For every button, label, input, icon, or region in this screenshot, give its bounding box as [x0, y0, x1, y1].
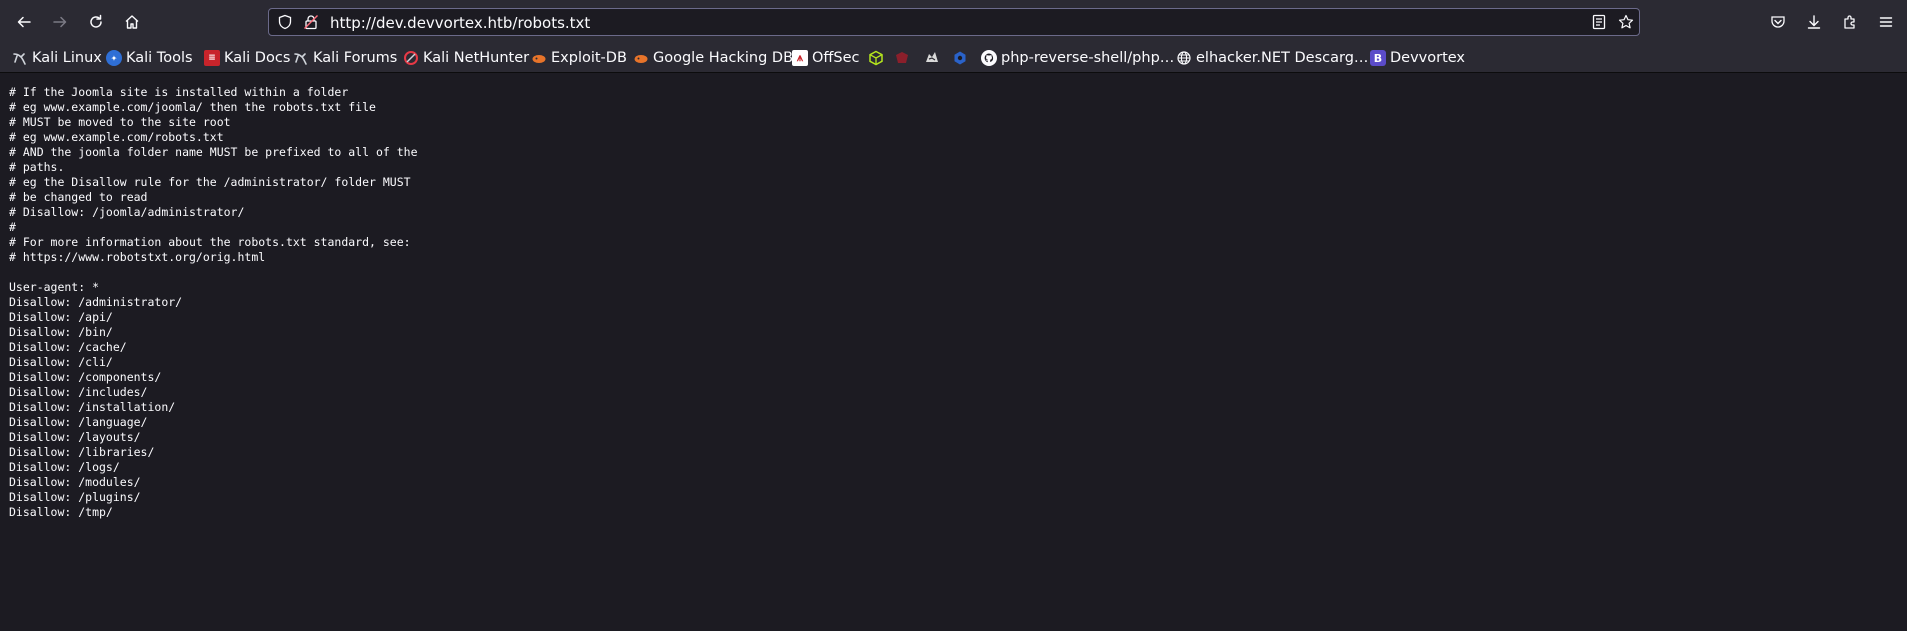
kali-tools-icon: ✦ — [106, 50, 122, 66]
globe-icon — [1176, 50, 1192, 66]
bookmark-cube[interactable] — [868, 48, 888, 68]
browser-toolbar: http://dev.devvortex.htb/robots.txt — [0, 0, 1907, 44]
ghdb-icon — [633, 50, 649, 66]
bookmark-offsec[interactable]: ⩚ OffSec — [792, 48, 860, 68]
page-content: # If the Joomla site is installed within… — [0, 73, 1907, 631]
reader-view-icon[interactable] — [1591, 14, 1607, 34]
badger-icon — [924, 50, 940, 66]
url-bar[interactable]: http://dev.devvortex.htb/robots.txt — [268, 8, 1640, 36]
bookmark-elhacker[interactable]: elhacker.NET Descarg… — [1176, 48, 1368, 68]
bookmark-kali-tools[interactable]: ✦ Kali Tools — [106, 48, 193, 68]
kali-dragon-icon — [293, 50, 309, 66]
bookmark-star-icon[interactable] — [1618, 14, 1634, 34]
exploit-db-icon — [531, 50, 547, 66]
cube-icon — [868, 50, 884, 66]
tracking-shield-icon[interactable] — [277, 14, 293, 34]
forward-icon[interactable] — [46, 8, 74, 36]
nethunter-icon — [403, 50, 419, 66]
bookmark-kali-docs[interactable]: ≡ Kali Docs — [204, 48, 290, 68]
bookmarks-toolbar: Kali Linux ✦ Kali Tools ≡ Kali Docs Kali… — [0, 44, 1907, 73]
bookmark-blue-hex[interactable] — [952, 48, 972, 68]
bookmark-php-reverse-shell[interactable]: php-reverse-shell/php… — [981, 48, 1174, 68]
reload-icon[interactable] — [82, 8, 110, 36]
github-icon — [981, 50, 997, 66]
menu-icon[interactable] — [1872, 8, 1900, 36]
bookmark-kali-linux[interactable]: Kali Linux — [12, 48, 102, 68]
extensions-icon[interactable] — [1836, 8, 1864, 36]
devvortex-b-icon: B — [1370, 50, 1386, 66]
url-text[interactable]: http://dev.devvortex.htb/robots.txt — [330, 14, 590, 32]
bookmark-devvortex[interactable]: B Devvortex — [1370, 48, 1465, 68]
kali-dragon-icon — [12, 50, 28, 66]
robots-txt-content: # If the Joomla site is installed within… — [9, 85, 418, 519]
blue-hex-icon — [952, 50, 968, 66]
kali-docs-icon: ≡ — [204, 50, 220, 66]
pocket-icon[interactable] — [1764, 8, 1792, 36]
bookmark-badger[interactable] — [924, 48, 944, 68]
bookmark-google-hacking-db[interactable]: Google Hacking DB — [633, 48, 793, 68]
home-icon[interactable] — [118, 8, 146, 36]
bookmark-exploit-db[interactable]: Exploit-DB — [531, 48, 627, 68]
red-shape-icon — [894, 50, 910, 66]
downloads-icon[interactable] — [1800, 8, 1828, 36]
insecure-lock-icon[interactable] — [303, 14, 319, 34]
back-icon[interactable] — [10, 8, 38, 36]
bookmark-red-shape[interactable] — [894, 48, 914, 68]
offsec-icon: ⩚ — [792, 50, 808, 66]
bookmark-kali-forums[interactable]: Kali Forums — [293, 48, 397, 68]
bookmark-kali-nethunter[interactable]: Kali NetHunter — [403, 48, 529, 68]
